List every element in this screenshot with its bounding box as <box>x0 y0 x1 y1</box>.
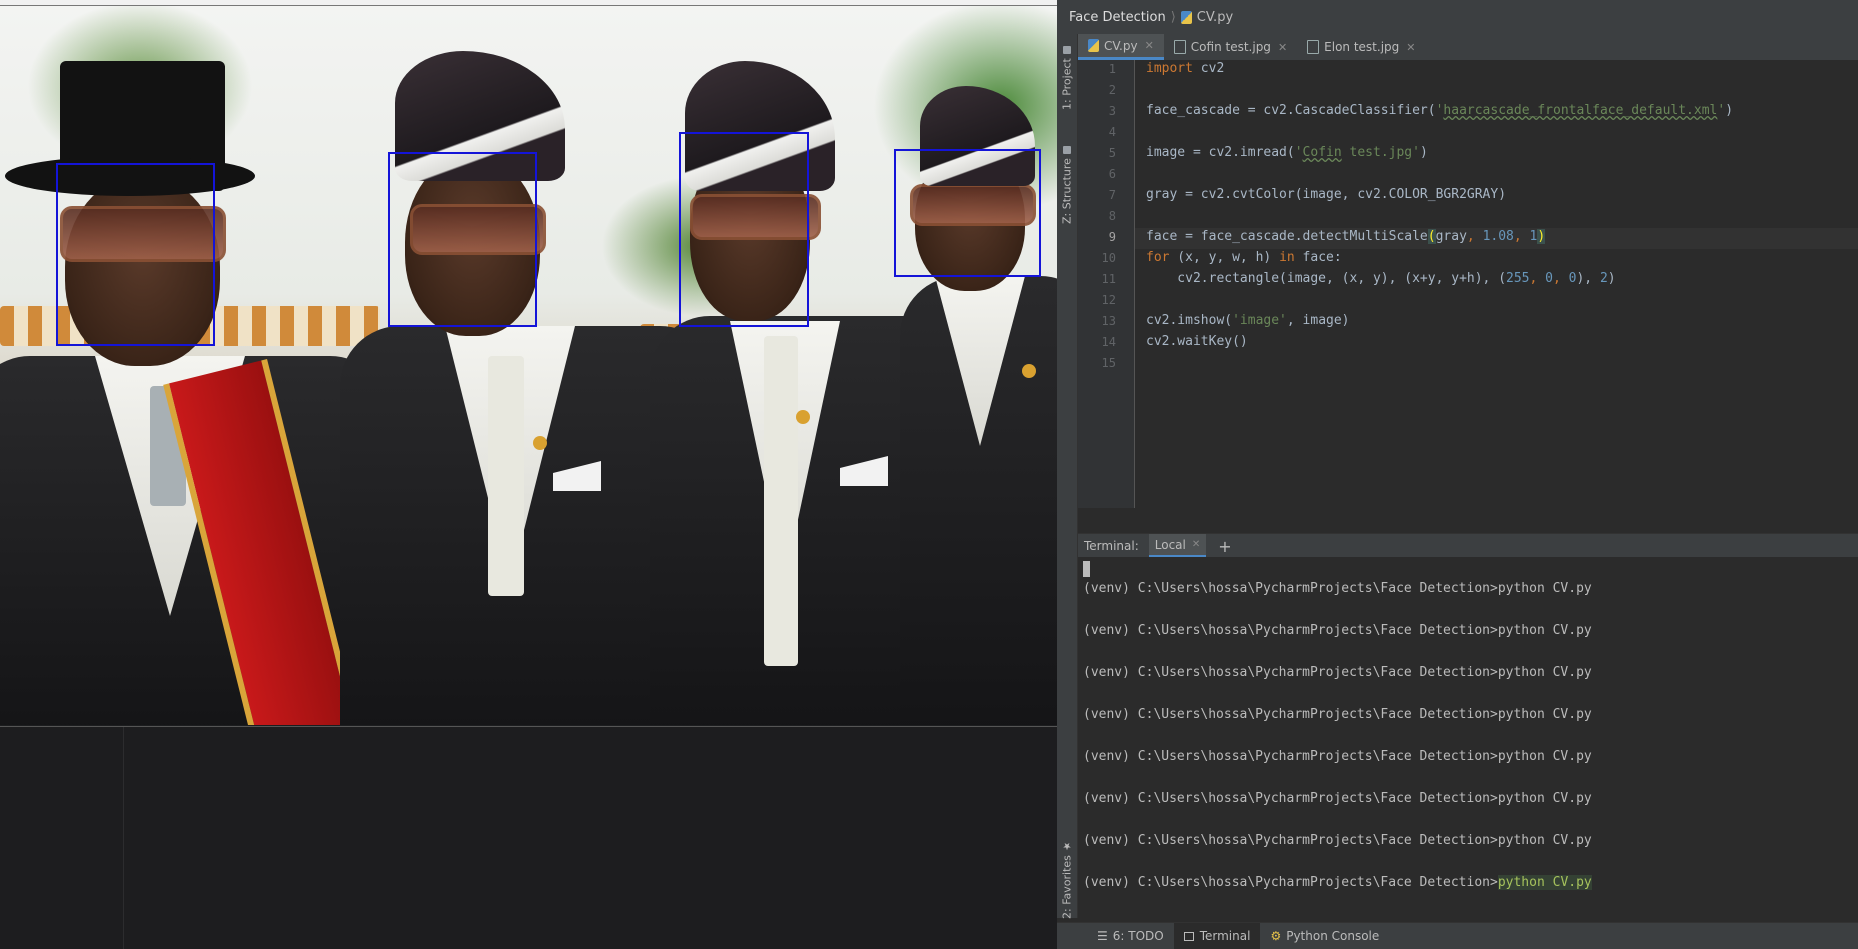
star-icon: ★ <box>1061 840 1073 852</box>
breadcrumb-project[interactable]: Face Detection <box>1069 10 1166 25</box>
close-icon[interactable]: ✕ <box>1192 539 1200 550</box>
line-number: 8 <box>1108 209 1116 223</box>
line-number: 14 <box>1101 335 1116 349</box>
terminal-line: (venv) C:\Users\hossa\PycharmProjects\Fa… <box>1083 707 1592 722</box>
tab-label: CV.py <box>1104 38 1138 53</box>
new-terminal-plus-icon[interactable]: + <box>1218 537 1231 556</box>
line-number: 5 <box>1108 146 1116 160</box>
line-number: 12 <box>1101 293 1116 307</box>
terminal-label: Terminal <box>1199 929 1251 943</box>
code-line-1: import cv2 <box>1146 61 1225 76</box>
code-line-5: image = cv2.imread('Cofin test.jpg') <box>1146 145 1428 160</box>
code-line-14: cv2.waitKey() <box>1146 334 1248 349</box>
line-number: 13 <box>1101 314 1116 328</box>
todo-list-icon: ☰ <box>1097 929 1108 943</box>
code-line-3: face_cascade = cv2.CascadeClassifier('ha… <box>1146 103 1734 118</box>
terminal-tab-local[interactable]: Local ✕ <box>1148 534 1207 558</box>
breadcrumb-file-label: CV.py <box>1196 9 1234 25</box>
face-detection-box-2 <box>388 152 537 327</box>
image-file-icon <box>1173 40 1186 54</box>
close-icon[interactable]: ✕ <box>1406 41 1415 54</box>
line-number: 3 <box>1108 104 1116 118</box>
ide-window: Face Detection ⟩ CV.py 1: Project Z: Str… <box>1057 0 1858 949</box>
viewer-empty-area <box>0 726 1057 949</box>
tool-window-favorites[interactable]: 2: Favorites ★ <box>1057 839 1077 919</box>
favorites-tool-label: 2: Favorites <box>1060 855 1074 919</box>
bottom-tool-bar: ☰ 6: TODO Terminal ⚙ Python Console <box>1057 922 1858 949</box>
terminal-header: Terminal: Local ✕ + <box>1078 533 1858 559</box>
terminal-tab-label: Local <box>1154 537 1186 552</box>
tool-window-python-console[interactable]: ⚙ Python Console <box>1260 923 1389 949</box>
terminal-line: (venv) C:\Users\hossa\PycharmProjects\Fa… <box>1083 791 1592 806</box>
close-icon[interactable]: ✕ <box>1278 41 1287 54</box>
face-detection-box-4 <box>894 149 1041 277</box>
line-number-current: 9 <box>1108 230 1116 244</box>
tab-cofin-test-jpg[interactable]: Cofin test.jpg ✕ <box>1164 34 1297 60</box>
tab-cv-py[interactable]: CV.py ✕ <box>1078 34 1164 60</box>
code-editor[interactable]: 1 2 3 4 5 6 7 8 9 10 11 12 13 14 15 impo… <box>1078 60 1858 508</box>
code-line-11: cv2.rectangle(image, (x, y), (x+y, y+h),… <box>1146 271 1616 286</box>
python-file-icon <box>1088 39 1099 52</box>
todo-label: 6: TODO <box>1112 929 1164 943</box>
line-number: 15 <box>1101 356 1116 370</box>
image-file-icon <box>1307 40 1320 54</box>
terminal-command: python CV.py <box>1497 875 1592 890</box>
terminal-line: (venv) C:\Users\hossa\PycharmProjects\Fa… <box>1083 665 1592 680</box>
close-icon[interactable]: ✕ <box>1145 39 1154 52</box>
structure-tool-label: Z: Structure <box>1060 158 1074 224</box>
tab-elon-test-jpg[interactable]: Elon test.jpg ✕ <box>1297 34 1425 60</box>
navigation-bar: Face Detection ⟩ CV.py <box>1057 0 1858 35</box>
line-number: 2 <box>1108 83 1116 97</box>
terminal-output[interactable]: (venv) C:\Users\hossa\PycharmProjects\Fa… <box>1078 557 1858 918</box>
terminal-icon <box>1183 931 1194 941</box>
tool-window-structure[interactable]: Z: Structure <box>1057 124 1077 224</box>
code-line-10: for (x, y, w, h) in face: <box>1146 250 1342 265</box>
terminal-line: (venv) C:\Users\hossa\PycharmProjects\Fa… <box>1083 833 1592 848</box>
line-number: 10 <box>1101 251 1116 265</box>
tab-label: Cofin test.jpg <box>1190 40 1271 54</box>
face-detection-box-3 <box>679 132 809 327</box>
face-detection-box-1 <box>56 163 215 346</box>
editor-tab-bar: CV.py ✕ Cofin test.jpg ✕ Elon test.jpg ✕ <box>1078 34 1858 61</box>
line-number: 7 <box>1108 188 1116 202</box>
detection-result-image <box>0 6 1057 725</box>
line-number: 4 <box>1108 125 1116 139</box>
line-number: 11 <box>1101 272 1116 286</box>
breadcrumb-separator-icon: ⟩ <box>1170 9 1176 25</box>
terminal-prompt: (venv) C:\Users\hossa\PycharmProjects\Fa… <box>1083 875 1498 890</box>
python-console-icon: ⚙ <box>1270 929 1282 943</box>
left-tool-strip: 1: Project Z: Structure 2: Favorites ★ <box>1057 34 1078 919</box>
terminal-line: (venv) C:\Users\hossa\PycharmProjects\Fa… <box>1083 749 1592 764</box>
terminal-line: (venv) C:\Users\hossa\PycharmProjects\Fa… <box>1083 581 1592 596</box>
tool-window-todo[interactable]: ☰ 6: TODO <box>1087 923 1174 949</box>
image-viewer-window <box>0 0 1057 949</box>
terminal-cursor <box>1083 561 1090 577</box>
tab-label: Elon test.jpg <box>1324 40 1400 54</box>
terminal-current-line: (venv) C:\Users\hossa\PycharmProjects\Fa… <box>1083 875 1592 890</box>
terminal-line: (venv) C:\Users\hossa\PycharmProjects\Fa… <box>1083 623 1592 638</box>
tool-window-terminal[interactable]: Terminal <box>1173 923 1261 949</box>
python-file-icon <box>1180 10 1192 24</box>
tool-window-project[interactable]: 1: Project <box>1057 40 1077 110</box>
structure-icon <box>1063 146 1071 155</box>
code-line-9: face = face_cascade.detectMultiScale(gra… <box>1146 229 1546 244</box>
code-line-7: gray = cv2.cvtColor(image, cv2.COLOR_BGR… <box>1146 187 1507 202</box>
line-number: 6 <box>1108 167 1116 181</box>
terminal-title: Terminal: <box>1084 539 1139 553</box>
breadcrumb-file[interactable]: CV.py <box>1180 9 1234 25</box>
folder-icon <box>1063 46 1071 55</box>
project-tool-label: 1: Project <box>1060 58 1074 110</box>
code-line-13: cv2.imshow('image', image) <box>1146 313 1350 328</box>
line-number: 1 <box>1108 62 1116 76</box>
python-console-label: Python Console <box>1286 929 1380 943</box>
